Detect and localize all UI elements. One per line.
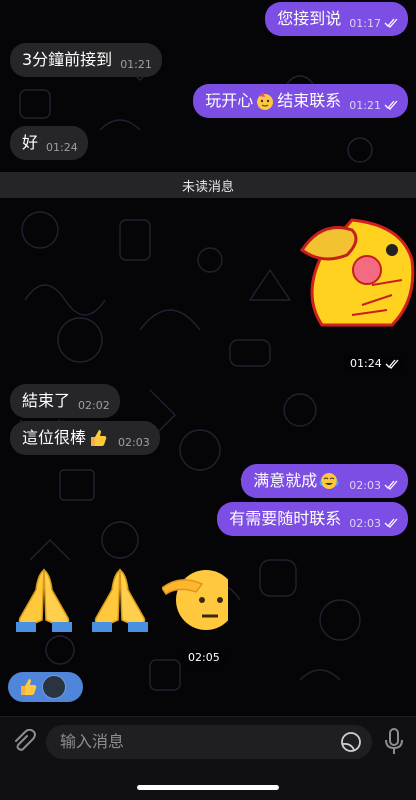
thumbs-up-reaction-icon xyxy=(21,679,37,695)
double-check-icon xyxy=(384,18,398,28)
message-text: 這位很棒 xyxy=(22,428,87,447)
message-time: 01:17 xyxy=(349,16,381,30)
sticker-time: 01:24 xyxy=(350,357,382,370)
message-time: 02:03 xyxy=(118,435,150,449)
double-check-icon xyxy=(385,359,399,369)
message-text: 好 xyxy=(22,133,39,152)
message-text: 3分鐘前接到 xyxy=(22,50,113,69)
message-incoming[interactable]: 結束了 02:02 xyxy=(10,384,120,418)
message-time: 02:03 xyxy=(349,516,381,530)
message-time: 01:21 xyxy=(120,57,152,71)
message-time: 01:24 xyxy=(46,140,78,154)
sticker-icon[interactable] xyxy=(340,731,362,753)
tears-of-joy-emoji-icon xyxy=(319,473,339,489)
double-check-icon xyxy=(384,480,398,490)
message-text: 結束了 xyxy=(22,391,71,410)
message-text-part: 玩开心 xyxy=(205,91,254,110)
party-face-emoji-icon xyxy=(257,92,274,110)
message-text: 有需要随时联系 xyxy=(229,509,342,528)
emoji-message-time: 02:05 xyxy=(188,651,220,664)
double-check-icon xyxy=(384,518,398,528)
message-input[interactable]: 输入消息 xyxy=(46,725,372,759)
message-incoming[interactable]: 3分鐘前接到 01:21 xyxy=(10,43,162,77)
message-outgoing[interactable]: 满意就成 02:03 xyxy=(241,464,408,498)
message-input-placeholder: 输入消息 xyxy=(60,732,125,751)
reactor-avatar xyxy=(42,675,66,699)
message-time: 02:03 xyxy=(349,478,381,492)
message-time: 02:02 xyxy=(78,398,110,412)
message-text: 您接到说 xyxy=(277,9,342,28)
double-check-icon xyxy=(384,100,398,110)
message-incoming[interactable]: 好 01:24 xyxy=(10,126,88,160)
unread-divider: 未读消息 xyxy=(0,172,416,198)
message-incoming[interactable]: 這位很棒 02:03 xyxy=(10,421,160,455)
unread-label: 未读消息 xyxy=(181,179,234,195)
folded-hands-icon xyxy=(92,568,148,632)
message-text-part: 结束联系 xyxy=(277,91,342,110)
folded-hands-icon xyxy=(16,568,72,632)
microphone-icon[interactable] xyxy=(382,727,406,757)
attachment-icon[interactable] xyxy=(10,729,36,755)
message-text: 满意就成 xyxy=(253,471,318,490)
saluting-face-icon xyxy=(162,570,228,630)
message-outgoing[interactable]: 玩开心 结束联系 01:21 xyxy=(193,84,408,118)
home-indicator xyxy=(137,785,279,790)
reaction-chip[interactable] xyxy=(8,672,83,702)
message-outgoing[interactable]: 您接到说 01:17 xyxy=(265,2,408,36)
message-outgoing[interactable]: 有需要随时联系 02:03 xyxy=(217,502,408,536)
message-time: 01:21 xyxy=(349,98,381,112)
thumbs-up-emoji-icon xyxy=(91,430,107,446)
sticker-image[interactable] xyxy=(292,210,416,330)
